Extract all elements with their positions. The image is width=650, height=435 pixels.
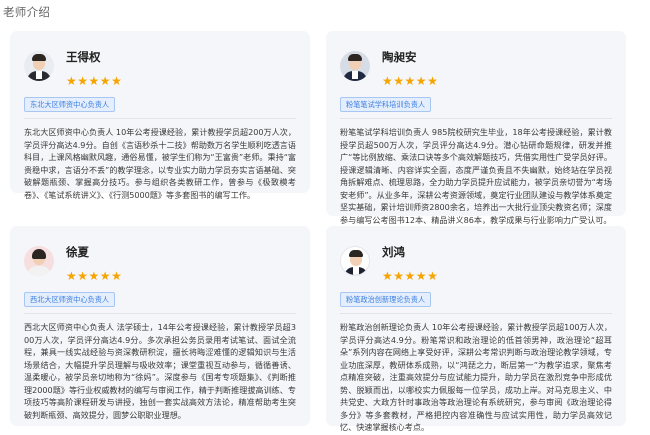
teacher-name: 徐夏 <box>66 245 89 259</box>
avatar <box>24 51 54 81</box>
star-icon: ★ <box>393 269 405 283</box>
star-icon: ★ <box>66 74 77 88</box>
star-icon: ★ <box>111 269 122 283</box>
divider <box>24 118 296 119</box>
star-icon: ★ <box>404 269 416 283</box>
star-icon: ★ <box>427 74 438 88</box>
teacher-role-badge: 东北大区师资中心负责人 <box>24 97 116 112</box>
star-rating: ★★★★★ <box>382 265 438 282</box>
teacher-name: 王得权 <box>66 50 101 64</box>
star-rating: ★★★★★ <box>66 265 122 282</box>
teacher-bio: 粉笔政治创新理论负责人 10年公考授课经验，累计教授学员超100万人次，学员评分… <box>340 322 612 432</box>
star-rating: ★★★★★ <box>66 70 122 87</box>
teacher-card-header: 刘鸿 ★★★★★ <box>340 238 612 284</box>
teacher-bio: 西北大区师资中心负责人 法学硕士，14年公考授课经验，累计教授学员超300万人次… <box>24 322 296 420</box>
divider <box>340 118 612 119</box>
teacher-card-header: 徐夏 ★★★★★ <box>24 238 296 284</box>
star-icon: ★ <box>88 74 100 88</box>
star-icon: ★ <box>404 74 416 88</box>
star-icon: ★ <box>427 269 438 283</box>
teacher-card[interactable]: 徐夏 ★★★★★ 西北大区师资中心负责人 西北大区师资中心负责人 法学硕士，14… <box>10 226 310 426</box>
star-icon: ★ <box>77 269 89 283</box>
star-icon: ★ <box>415 74 427 88</box>
divider <box>24 313 296 314</box>
teacher-role-badge: 粉笔笔试学科培训负责人 <box>340 97 432 112</box>
star-icon: ★ <box>382 74 393 88</box>
teacher-role-badge: 西北大区师资中心负责人 <box>24 292 116 307</box>
teacher-role-badge: 粉笔政治创新理论负责人 <box>340 292 432 307</box>
star-rating: ★★★★★ <box>382 70 438 87</box>
avatar <box>24 246 54 276</box>
avatar <box>340 51 370 81</box>
teacher-name: 刘鸿 <box>382 245 405 259</box>
divider <box>340 313 612 314</box>
teacher-bio: 粉笔笔试学科培训负责人 985院校研究生毕业，18年公考授课经验，累计教授学员超… <box>340 127 612 225</box>
star-icon: ★ <box>415 269 427 283</box>
page-title: 老师介绍 <box>3 5 51 19</box>
teacher-card-header: 王得权 ★★★★★ <box>24 43 296 89</box>
star-icon: ★ <box>88 269 100 283</box>
teacher-card[interactable]: 刘鸿 ★★★★★ 粉笔政治创新理论负责人 粉笔政治创新理论负责人 10年公考授课… <box>326 226 626 432</box>
star-icon: ★ <box>393 74 405 88</box>
teacher-name: 陶昶安 <box>382 50 417 64</box>
teacher-card[interactable]: 王得权 ★★★★★ 东北大区师资中心负责人 东北大区师资中心负责人 10年公考授… <box>10 31 310 200</box>
star-icon: ★ <box>111 74 122 88</box>
star-icon: ★ <box>99 269 111 283</box>
teacher-bio: 东北大区师资中心负责人 10年公考授课经验，累计教授学员超200万人次，学员评分… <box>24 127 296 200</box>
teacher-card[interactable]: 陶昶安 ★★★★★ 粉笔笔试学科培训负责人 粉笔笔试学科培训负责人 985院校研… <box>326 31 626 225</box>
star-icon: ★ <box>382 269 393 283</box>
avatar <box>340 246 370 276</box>
teacher-card-header: 陶昶安 ★★★★★ <box>340 43 612 89</box>
star-icon: ★ <box>66 269 77 283</box>
star-icon: ★ <box>77 74 89 88</box>
star-icon: ★ <box>99 74 111 88</box>
